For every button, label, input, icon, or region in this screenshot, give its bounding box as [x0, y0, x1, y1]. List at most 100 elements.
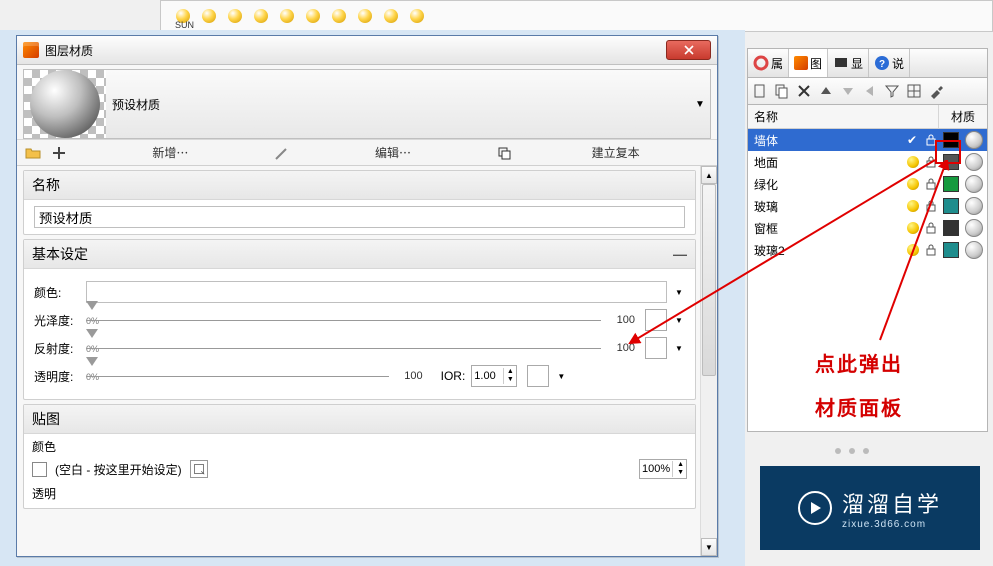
opacity-slider[interactable]: 0% — [86, 366, 389, 386]
scroll-down-icon[interactable]: ▼ — [701, 538, 717, 556]
filter-icon[interactable] — [884, 83, 900, 99]
layer-material-swatch[interactable] — [965, 131, 983, 149]
copy-button[interactable]: 建立复本 — [592, 146, 640, 160]
tab-help[interactable]: ? 说 — [869, 49, 910, 77]
preset-material-dropdown[interactable]: 预设材质 ▼ — [23, 69, 711, 139]
map-color-checkbox[interactable] — [32, 462, 47, 477]
map-empty-hint[interactable]: (空白 - 按这里开始设定) — [55, 461, 182, 478]
dropdown-arrow-icon[interactable]: ▼ — [673, 288, 685, 297]
color-combo[interactable] — [86, 281, 667, 303]
sphere-icon[interactable] — [228, 9, 242, 23]
spinner-buttons[interactable]: ▲▼ — [672, 461, 688, 477]
brush-icon[interactable] — [274, 145, 290, 161]
grid-icon[interactable] — [906, 83, 922, 99]
hammer-icon[interactable] — [928, 83, 944, 99]
reflect-slider[interactable]: 0% — [86, 338, 601, 358]
layer-row[interactable]: 墙体✔ — [748, 129, 987, 151]
up-icon[interactable] — [818, 83, 834, 99]
bulb-icon[interactable] — [907, 200, 919, 212]
layers-icon — [794, 56, 808, 70]
right-tabs: 属 图 显 ? 说 — [747, 48, 988, 78]
duplicate-icon[interactable] — [496, 145, 512, 161]
sphere-icon[interactable] — [280, 9, 294, 23]
bulb-icon[interactable] — [907, 178, 919, 190]
dropdown-arrow-icon[interactable]: ▼ — [673, 344, 685, 353]
material-preview — [24, 70, 106, 138]
layer-row[interactable]: 玻璃2 — [748, 239, 987, 261]
edit-button[interactable]: 编辑⋯ — [375, 146, 411, 160]
collapse-icon[interactable]: — — [673, 246, 687, 262]
gloss-swatch[interactable] — [645, 309, 667, 331]
add-icon[interactable] — [51, 145, 67, 161]
sphere-icon[interactable] — [332, 9, 346, 23]
map-browse-icon[interactable] — [190, 460, 208, 478]
dialog-scrollbar[interactable]: ▲ ▼ — [700, 166, 717, 556]
layer-color-swatch[interactable] — [943, 198, 959, 214]
lock-icon[interactable] — [925, 200, 937, 212]
layer-color-swatch[interactable] — [943, 132, 959, 148]
material-name-input[interactable] — [34, 206, 685, 228]
map-alpha-label: 透明 — [24, 483, 695, 508]
lock-icon[interactable] — [925, 156, 937, 168]
gloss-label: 光泽度: — [34, 312, 80, 329]
gloss-slider[interactable]: 0% — [86, 310, 601, 330]
spinner-buttons[interactable]: ▲▼ — [503, 368, 516, 384]
layer-material-swatch[interactable] — [965, 153, 983, 171]
layer-row[interactable]: 地面 — [748, 151, 987, 173]
layer-row[interactable]: 玻璃 — [748, 195, 987, 217]
opacity-swatch[interactable] — [527, 365, 549, 387]
scroll-thumb[interactable] — [702, 184, 716, 376]
dropdown-arrow-icon[interactable]: ▼ — [690, 99, 710, 110]
reflect-swatch[interactable] — [645, 337, 667, 359]
new-page-icon[interactable] — [752, 83, 768, 99]
layer-material-swatch[interactable] — [965, 197, 983, 215]
section-basic-header[interactable]: 基本设定 — — [24, 240, 695, 269]
annotation-text-2: 材质面板 — [815, 392, 903, 421]
section-name-header[interactable]: 名称 — [24, 171, 695, 200]
lock-icon[interactable] — [925, 178, 937, 190]
layer-color-swatch[interactable] — [943, 220, 959, 236]
layer-row[interactable]: 窗框 — [748, 217, 987, 239]
lock-icon[interactable] — [925, 222, 937, 234]
close-button[interactable] — [666, 40, 711, 60]
bulb-icon[interactable] — [907, 244, 919, 256]
layer-color-swatch[interactable] — [943, 242, 959, 258]
ior-spinner[interactable]: 1.00 ▲▼ — [471, 365, 517, 387]
sphere-icon[interactable] — [384, 9, 398, 23]
prev-icon[interactable] — [862, 83, 878, 99]
dropdown-arrow-icon[interactable]: ▼ — [555, 372, 567, 381]
layer-row[interactable]: 绿化 — [748, 173, 987, 195]
open-folder-icon[interactable] — [25, 145, 41, 161]
tab-layers[interactable]: 图 — [789, 49, 828, 77]
layer-color-swatch[interactable] — [943, 154, 959, 170]
layer-material-swatch[interactable] — [965, 175, 983, 193]
scroll-up-icon[interactable]: ▲ — [701, 166, 717, 184]
layer-color-swatch[interactable] — [943, 176, 959, 192]
tab-display[interactable]: 显 — [828, 49, 869, 77]
bulb-icon[interactable] — [907, 156, 919, 168]
dropdown-arrow-icon[interactable]: ▼ — [673, 316, 685, 325]
sphere-icon[interactable] — [358, 9, 372, 23]
header-material[interactable]: 材质 — [939, 105, 987, 128]
new-button[interactable]: 新增⋯ — [152, 146, 188, 160]
layer-name: 窗框 — [752, 220, 901, 237]
sphere-icon[interactable] — [254, 9, 268, 23]
sphere-icon[interactable] — [306, 9, 320, 23]
down-icon[interactable] — [840, 83, 856, 99]
check-icon[interactable]: ✔ — [907, 133, 919, 147]
sphere-icon[interactable] — [410, 9, 424, 23]
dialog-titlebar[interactable]: 图层材质 — [17, 36, 717, 65]
map-percent-spinner[interactable]: 100% ▲▼ — [639, 459, 687, 479]
app-icon — [23, 42, 39, 58]
sphere-icon[interactable] — [202, 9, 216, 23]
bulb-icon[interactable] — [907, 222, 919, 234]
copy-icon[interactable] — [774, 83, 790, 99]
layer-material-swatch[interactable] — [965, 241, 983, 259]
tab-properties[interactable]: 属 — [748, 49, 789, 77]
lock-icon[interactable] — [925, 134, 937, 146]
layer-material-swatch[interactable] — [965, 219, 983, 237]
lock-icon[interactable] — [925, 244, 937, 256]
header-name[interactable]: 名称 — [748, 105, 939, 128]
section-map-header[interactable]: 贴图 — [24, 405, 695, 434]
delete-icon[interactable] — [796, 83, 812, 99]
